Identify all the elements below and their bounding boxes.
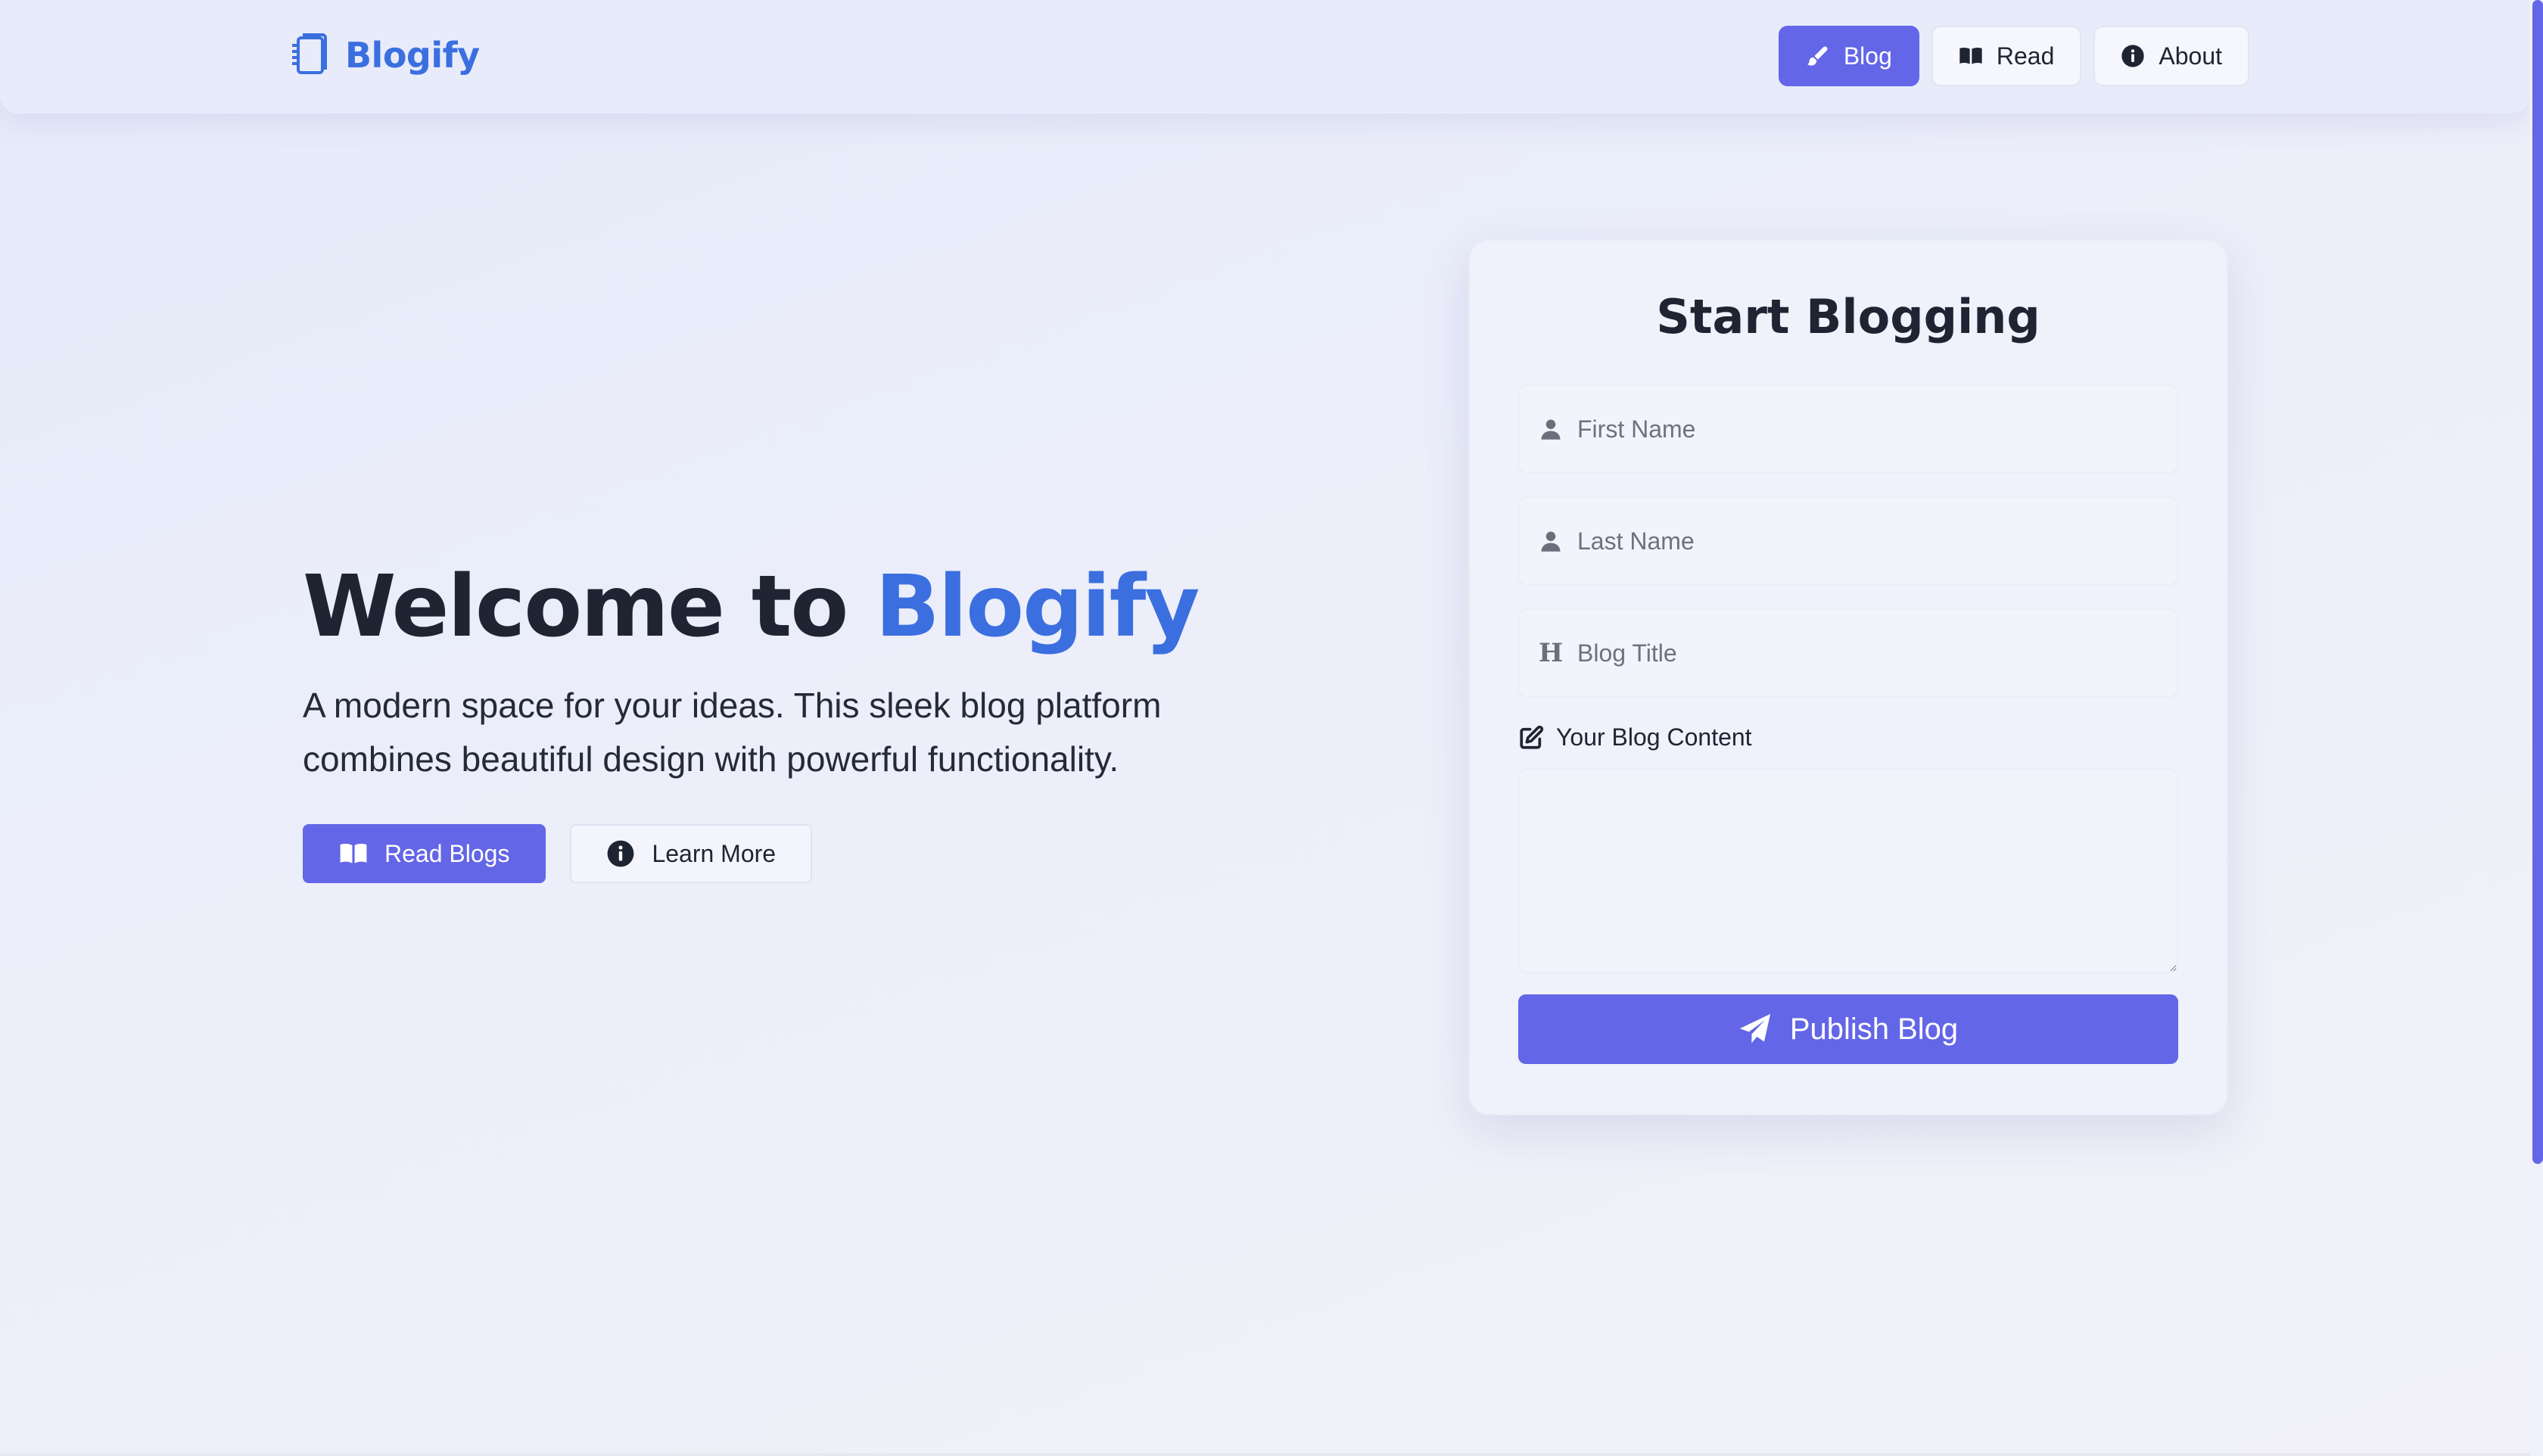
blog-content-label-text: Your Blog Content	[1556, 723, 1752, 751]
scrollbar-thumb[interactable]	[2532, 0, 2543, 1164]
read-blogs-button[interactable]: Read Blogs	[303, 824, 546, 884]
blog-content-label: Your Blog Content	[1518, 723, 1752, 751]
main-nav: Blog Read About	[1778, 26, 2249, 86]
learn-more-button[interactable]: Learn More	[570, 824, 813, 884]
hero-title: Welcome to Blogify	[303, 558, 1287, 656]
navbar: Blogify Blog Read About	[0, 0, 2529, 114]
user-icon	[1538, 416, 1564, 442]
brand-logo[interactable]: Blogify	[289, 32, 480, 79]
nav-blog-button[interactable]: Blog	[1778, 26, 1919, 86]
publish-blog-button[interactable]: Publish Blog	[1518, 994, 2178, 1064]
blog-title-field: H	[1518, 608, 2178, 698]
last-name-input[interactable]	[1564, 497, 2177, 585]
page: Blogify Blog Read About Welcome to Blogi…	[0, 0, 2529, 1456]
hero-actions: Read Blogs Learn More	[303, 824, 1287, 884]
paper-plane-icon	[1739, 1013, 1770, 1044]
blog-content-textarea[interactable]	[1518, 769, 2178, 973]
nav-read-button[interactable]: Read	[1931, 26, 2082, 86]
publish-blog-label: Publish Blog	[1789, 1012, 1959, 1046]
heading-icon: H	[1538, 638, 1564, 668]
learn-more-label: Learn More	[652, 839, 777, 867]
user-icon	[1538, 528, 1564, 554]
footer-divider	[0, 1453, 2529, 1456]
page-scrollbar[interactable]	[2529, 0, 2543, 1456]
hero-title-prefix: Welcome to	[303, 558, 876, 656]
hero-title-accent: Blogify	[875, 558, 1200, 656]
hero-section: Welcome to Blogify A modern space for yo…	[303, 558, 1287, 884]
nav-blog-label: Blog	[1843, 42, 1892, 70]
blog-title-input[interactable]	[1564, 609, 2177, 697]
info-circle-icon	[608, 841, 634, 867]
book-open-icon	[340, 844, 367, 864]
nav-about-label: About	[2159, 42, 2222, 70]
last-name-field	[1518, 496, 2178, 586]
info-circle-icon	[2121, 45, 2145, 67]
nav-read-label: Read	[1996, 42, 2055, 70]
first-name-input[interactable]	[1564, 385, 2177, 473]
nav-about-button[interactable]: About	[2093, 26, 2249, 86]
hero-description: A modern space for your ideas. This slee…	[303, 686, 1162, 779]
edit-icon	[1520, 725, 1544, 749]
blog-form-card: Start Blogging H	[1468, 239, 2228, 1115]
brand-name: Blogify	[345, 35, 480, 76]
notebook-icon	[292, 33, 327, 74]
first-name-field	[1518, 384, 2178, 474]
book-open-icon	[1959, 47, 1982, 64]
form-title: Start Blogging	[1656, 289, 2040, 344]
read-blogs-label: Read Blogs	[384, 839, 510, 867]
pen-icon	[1807, 46, 1828, 66]
